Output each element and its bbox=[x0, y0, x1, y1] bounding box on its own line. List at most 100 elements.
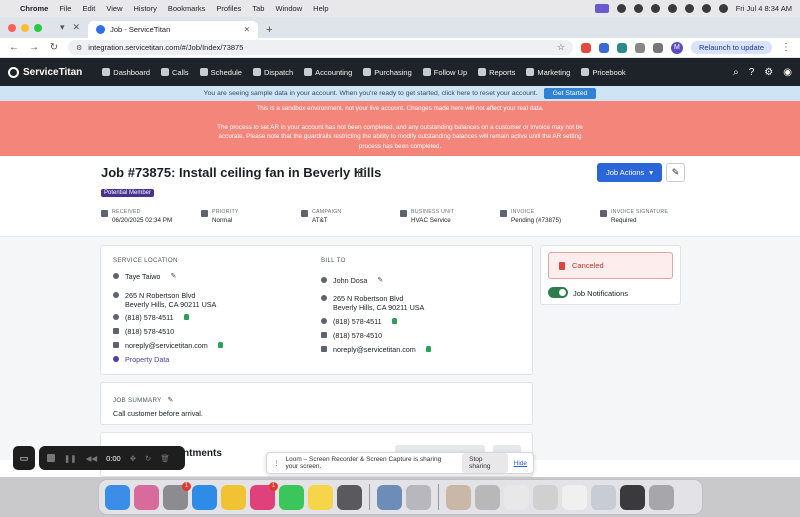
browser-menu-icon[interactable]: ⋮ bbox=[780, 42, 792, 53]
wifi-icon[interactable] bbox=[684, 4, 694, 13]
hide-notice-link[interactable]: Hide bbox=[514, 460, 527, 467]
menu-window[interactable]: Window bbox=[275, 4, 302, 13]
menu-view[interactable]: View bbox=[106, 4, 122, 13]
nav-calls[interactable]: Calls bbox=[161, 68, 189, 77]
phone-number[interactable]: (818) 578-4511 bbox=[125, 313, 174, 322]
nav-follow-up[interactable]: Follow Up bbox=[422, 68, 467, 77]
recent-window-thumbnail-icon[interactable] bbox=[475, 484, 500, 510]
restart-icon[interactable]: ↻ bbox=[145, 454, 151, 463]
rewind-icon[interactable]: ◀◀ bbox=[86, 454, 98, 463]
site-info-icon[interactable]: ⚙ bbox=[76, 44, 82, 52]
nav-reports[interactable]: Reports bbox=[478, 68, 515, 77]
trash-icon[interactable] bbox=[649, 484, 674, 510]
system-settings-icon[interactable]: 1 bbox=[163, 481, 191, 510]
search-icon[interactable]: ⌕ bbox=[733, 67, 739, 78]
tab-search-icon[interactable]: ▾ bbox=[60, 17, 65, 38]
recent-window-thumbnail-icon[interactable] bbox=[562, 484, 587, 510]
slack-icon[interactable]: 1 bbox=[250, 481, 278, 510]
close-window-icon[interactable] bbox=[8, 23, 16, 32]
notification-bell-icon[interactable] bbox=[217, 342, 223, 348]
new-tab-icon[interactable]: + bbox=[266, 21, 272, 38]
textedit-icon[interactable] bbox=[406, 484, 431, 510]
notes-icon[interactable] bbox=[308, 484, 333, 510]
finder-icon[interactable] bbox=[105, 484, 130, 510]
recent-window-thumbnail-icon[interactable] bbox=[504, 484, 529, 510]
menu-edit[interactable]: Edit bbox=[82, 4, 95, 13]
phone-status-icon[interactable] bbox=[633, 4, 643, 13]
close-tab-icon[interactable]: ✕ bbox=[73, 17, 81, 38]
edit-summary-pencil-icon[interactable]: ✎ bbox=[168, 397, 174, 404]
chrome-icon[interactable] bbox=[221, 484, 246, 510]
messenger-status-icon[interactable] bbox=[616, 4, 626, 13]
tab-close-icon[interactable]: ✕ bbox=[244, 25, 250, 34]
tab-job-servicetitan[interactable]: Job - ServiceTitan ✕ bbox=[88, 21, 259, 38]
meta-value[interactable]: Pending (#73875) bbox=[511, 217, 561, 224]
battery-icon[interactable] bbox=[667, 4, 677, 13]
back-icon[interactable]: ← bbox=[8, 42, 20, 53]
menu-profiles[interactable]: Profiles bbox=[216, 4, 241, 13]
recent-window-thumbnail-icon[interactable] bbox=[446, 484, 471, 510]
play-status-icon[interactable] bbox=[650, 4, 660, 13]
pause-icon[interactable]: ❚❚ bbox=[64, 454, 77, 463]
preview-icon[interactable] bbox=[377, 484, 402, 510]
menu-history[interactable]: History bbox=[134, 4, 157, 13]
extension-loom-icon[interactable] bbox=[580, 42, 591, 53]
safari-icon[interactable] bbox=[192, 484, 217, 510]
recent-window-thumbnail-icon[interactable] bbox=[533, 484, 558, 510]
edit-pencil-icon[interactable]: ✎ bbox=[377, 276, 383, 284]
stop-sharing-button[interactable]: Stop sharing bbox=[462, 453, 508, 473]
extensions-puzzle-icon[interactable] bbox=[634, 42, 645, 53]
property-data-link[interactable]: Property Data bbox=[113, 355, 169, 364]
job-notifications-toggle[interactable] bbox=[548, 287, 568, 298]
menu-help[interactable]: Help bbox=[313, 4, 328, 13]
phone-number[interactable]: (818) 578-4511 bbox=[333, 317, 382, 326]
menu-file[interactable]: File bbox=[59, 4, 71, 13]
reload-icon[interactable]: ↻ bbox=[48, 42, 60, 53]
get-started-button[interactable]: Get Started bbox=[543, 88, 597, 99]
launchpad-icon[interactable] bbox=[134, 484, 159, 510]
profile-avatar[interactable]: M bbox=[670, 41, 683, 54]
user-account-icon[interactable]: ◉ bbox=[783, 67, 792, 78]
edit-job-button[interactable]: ✎ bbox=[666, 163, 685, 182]
nav-accounting[interactable]: Accounting bbox=[304, 68, 352, 77]
side-panel-icon[interactable] bbox=[652, 42, 663, 53]
edit-pencil-icon[interactable]: ✎ bbox=[170, 272, 176, 280]
notification-bell-icon[interactable] bbox=[391, 318, 397, 324]
url-bar[interactable]: ⚙ integration.servicetitan.com/#/Job/Ind… bbox=[68, 40, 573, 55]
delete-recording-icon[interactable]: 🗑 bbox=[160, 454, 170, 463]
bookmark-star-icon[interactable]: ☆ bbox=[557, 42, 565, 53]
menu-bar-clock[interactable]: Fri Jul 4 8:34 AM bbox=[736, 4, 792, 13]
messages-icon[interactable] bbox=[279, 484, 304, 510]
notification-bell-icon[interactable] bbox=[183, 314, 189, 320]
notification-bell-icon[interactable] bbox=[425, 346, 431, 352]
screen-record-status-icon[interactable] bbox=[594, 4, 609, 13]
email-address[interactable]: noreply@servicetitan.com bbox=[125, 341, 208, 350]
extension-icon[interactable] bbox=[598, 42, 609, 53]
nav-pricebook[interactable]: Pricebook bbox=[581, 68, 626, 77]
servicetitan-logo[interactable]: ServiceTitan bbox=[8, 66, 82, 78]
relaunch-update-button[interactable]: Relaunch to update bbox=[690, 41, 772, 54]
drag-grip-icon[interactable]: ⋮ bbox=[273, 459, 280, 467]
job-actions-button[interactable]: Job Actions ▾ bbox=[597, 163, 662, 182]
menu-tab[interactable]: Tab bbox=[252, 4, 264, 13]
nav-marketing[interactable]: Marketing bbox=[526, 68, 570, 77]
copy-icon[interactable] bbox=[358, 169, 365, 177]
help-icon[interactable]: ? bbox=[749, 67, 755, 78]
zoom-window-icon[interactable] bbox=[34, 23, 42, 32]
minimize-window-icon[interactable] bbox=[21, 23, 29, 32]
settings-gear-icon[interactable]: ⚙ bbox=[764, 67, 773, 78]
drag-handle-icon[interactable]: ✥ bbox=[130, 454, 136, 463]
nav-dashboard[interactable]: Dashboard bbox=[102, 68, 150, 77]
control-center-icon[interactable] bbox=[718, 4, 728, 13]
search-status-icon[interactable] bbox=[701, 4, 711, 13]
nav-purchasing[interactable]: Purchasing bbox=[363, 68, 412, 77]
app-menu-chrome[interactable]: Chrome bbox=[20, 4, 48, 13]
calculator-icon[interactable] bbox=[337, 484, 362, 510]
nav-schedule[interactable]: Schedule bbox=[199, 68, 242, 77]
email-address[interactable]: noreply@servicetitan.com bbox=[333, 345, 416, 354]
recent-window-thumbnail-icon[interactable] bbox=[591, 484, 616, 510]
extension-icon-2[interactable] bbox=[616, 42, 627, 53]
stop-recording-icon[interactable] bbox=[47, 454, 55, 462]
recent-window-thumbnail-icon[interactable] bbox=[620, 484, 645, 510]
camera-toggle-icon[interactable]: ▭ bbox=[13, 446, 35, 470]
